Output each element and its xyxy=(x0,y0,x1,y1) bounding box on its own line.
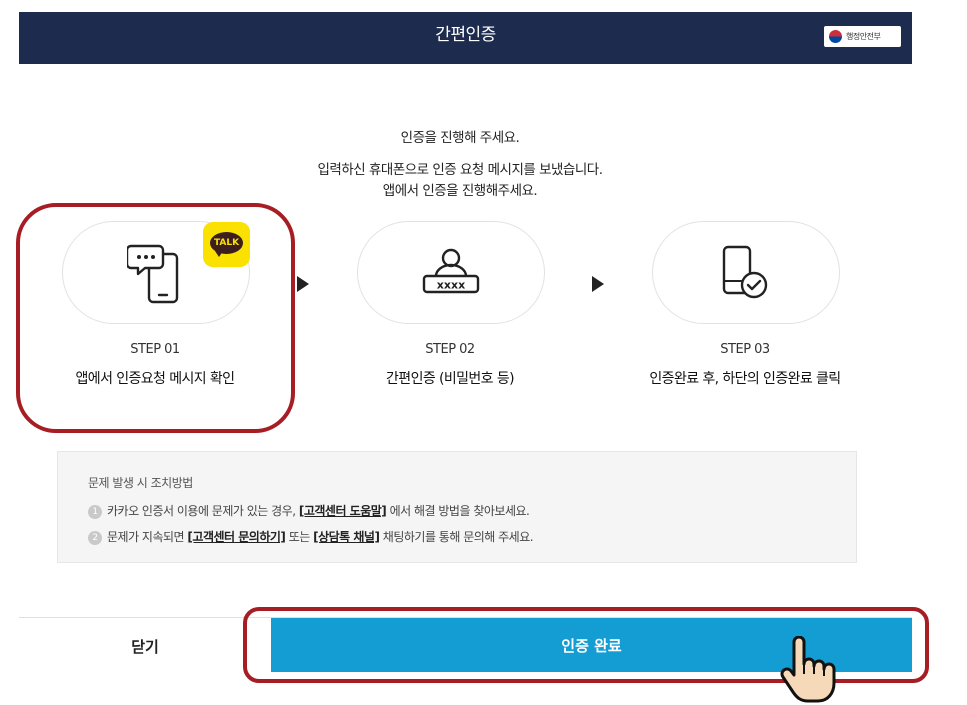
gov-logo-text: 행정안전부 xyxy=(846,32,881,41)
number-1-icon: 1 xyxy=(88,505,102,519)
step-3-description: 인증완료 후, 하단의 인증완료 클릭 xyxy=(649,371,841,387)
step-3-number: STEP 03 xyxy=(720,342,770,357)
gov-logo: 행정안전부 xyxy=(824,26,901,47)
help-item-2-suffix: 채팅하기를 통해 문의해 주세요. xyxy=(379,530,534,544)
intro-instruction: 앱에서 인증을 진행해주세요. xyxy=(382,183,538,199)
taegeuk-icon xyxy=(829,30,842,43)
help-item-1: 1 카카오 인증서 이용에 문제가 있는 경우, [고객센터 도움말] 에서 해결… xyxy=(88,502,530,519)
number-2-icon: 2 xyxy=(88,531,102,545)
close-button[interactable]: 닫기 xyxy=(19,618,271,674)
header-bar: 간편인증 행정안전부 xyxy=(19,12,912,64)
help-item-1-suffix: 에서 해결 방법을 찾아보세요. xyxy=(386,504,530,518)
help-title: 문제 발생 시 조치방법 xyxy=(88,476,193,490)
user-password-icon: xxxx xyxy=(422,248,480,293)
chat-channel-link[interactable]: [상담톡 채널] xyxy=(313,530,380,544)
help-item-2-middle: 또는 xyxy=(285,530,314,544)
step-2-card: xxxx xyxy=(357,221,545,324)
arrow-right-icon xyxy=(297,276,309,292)
step-2-description: 간편인증 (비밀번호 등) xyxy=(386,371,515,387)
help-center-guide-link[interactable]: [고객센터 도움말] xyxy=(299,504,387,518)
help-item-2-prefix: 문제가 지속되면 xyxy=(107,530,188,544)
page-title: 간편인증 xyxy=(435,25,496,45)
help-center-inquiry-link[interactable]: [고객센터 문의하기] xyxy=(187,530,285,544)
intro-message: 입력하신 휴대폰으로 인증 요청 메시지를 보냈습니다. xyxy=(317,162,604,178)
intro-heading: 인증을 진행해 주세요. xyxy=(400,130,520,146)
help-item-1-prefix: 카카오 인증서 이용에 문제가 있는 경우, xyxy=(107,504,299,518)
step-3-card xyxy=(652,221,840,324)
arrow-right-icon xyxy=(592,276,604,292)
phone-check-icon xyxy=(722,245,768,298)
step-2-number: STEP 02 xyxy=(425,342,475,357)
hand-pointer-icon xyxy=(780,636,836,703)
password-mask-text: xxxx xyxy=(437,278,465,291)
step-1-highlight xyxy=(16,203,295,433)
help-item-2: 2 문제가 지속되면 [고객센터 문의하기] 또는 [상담톡 채널] 채팅하기를 … xyxy=(88,528,534,545)
help-box: 문제 발생 시 조치방법 1 카카오 인증서 이용에 문제가 있는 경우, [고객… xyxy=(57,451,857,563)
